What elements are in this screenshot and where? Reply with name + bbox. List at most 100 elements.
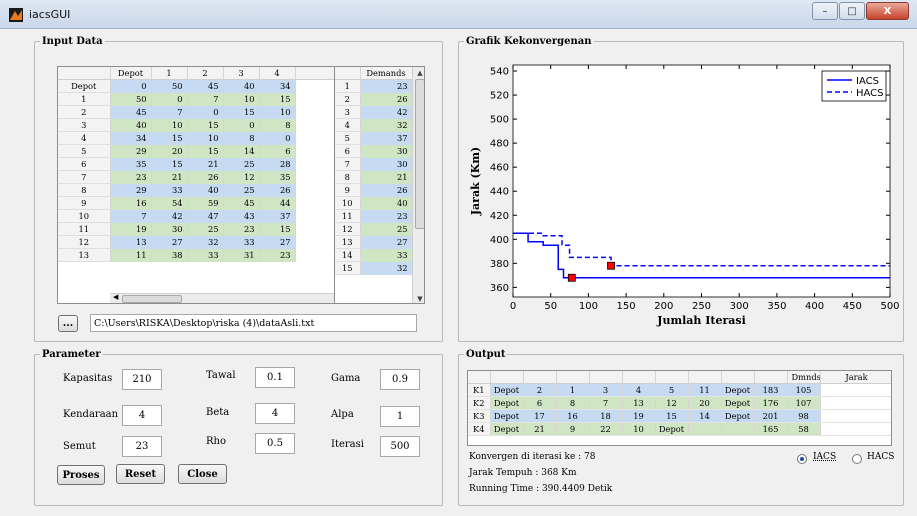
demand-cell[interactable]: 23 [360,209,413,223]
matrix-cell[interactable]: 33 [223,235,260,249]
iterasi-field[interactable]: 500 [380,436,420,457]
matrix-cell[interactable]: 23 [223,222,260,236]
matrix-cell[interactable]: 15 [259,92,296,106]
demand-cell[interactable]: 30 [360,144,413,158]
matrix-cell[interactable]: 25 [187,222,224,236]
beta-field[interactable]: 4 [255,403,295,424]
matrix-cell[interactable]: 35 [110,157,152,171]
output-cell[interactable]: 16 [556,409,590,424]
matrix-cell[interactable]: 10 [187,131,224,145]
output-cell[interactable]: Depot [721,396,755,411]
output-cell[interactable]: 19 [622,409,656,424]
hacs-radio[interactable] [852,454,862,464]
output-cell[interactable]: 8 [556,396,590,411]
matrix-cell[interactable]: 40 [187,183,224,197]
output-cell[interactable]: 3 [589,383,623,398]
scroll-left-icon[interactable]: ◀ [113,293,118,301]
demand-cell[interactable]: 26 [360,183,413,197]
matrix-cell[interactable]: 23 [110,170,152,184]
output-cell[interactable] [688,422,722,437]
alpa-field[interactable]: 1 [380,406,420,427]
matrix-cell[interactable]: 8 [259,118,296,132]
output-cell[interactable]: 107 [787,396,821,411]
matrix-cell[interactable]: 34 [110,131,152,145]
matrix-cell[interactable]: 19 [110,222,152,236]
matrix-cell[interactable]: 37 [259,209,296,223]
close-button[interactable]: Close [178,464,227,484]
matrix-cell[interactable]: 21 [151,170,188,184]
matrix-cell[interactable]: 14 [223,144,260,158]
output-cell[interactable]: 7 [589,396,623,411]
matrix-cell[interactable]: 25 [223,183,260,197]
maximize-button[interactable]: □ [839,2,865,20]
matrix-cell[interactable]: 29 [110,183,152,197]
demand-cell[interactable]: 26 [360,92,413,106]
matrix-cell[interactable]: 15 [187,144,224,158]
matrix-cell[interactable]: 0 [151,92,188,106]
output-cell[interactable]: 22 [589,422,623,437]
matrix-cell[interactable]: 12 [223,170,260,184]
demand-cell[interactable]: 23 [360,79,413,93]
output-cell[interactable]: 165 [754,422,788,437]
scroll-thumb[interactable] [415,79,424,229]
close-window-button[interactable]: X [866,2,909,20]
output-cell[interactable]: Depot [490,409,524,424]
demand-cell[interactable]: 32 [360,118,413,132]
matrix-cell[interactable]: 42 [151,209,188,223]
output-cell[interactable]: 21 [523,422,557,437]
matrix-cell[interactable]: 7 [187,92,224,106]
output-cell[interactable]: 18 [589,409,623,424]
matrix-cell[interactable]: 43 [223,209,260,223]
output-cell[interactable]: Depot [721,383,755,398]
output-cell[interactable]: 1 [556,383,590,398]
matrix-cell[interactable]: 40 [110,118,152,132]
scroll-up-icon[interactable]: ▲ [413,67,424,79]
demand-cell[interactable]: 37 [360,131,413,145]
output-cell[interactable]: 20 [688,396,722,411]
matrix-cell[interactable]: 29 [110,144,152,158]
reset-button[interactable]: Reset [116,464,165,484]
demand-cell[interactable]: 30 [360,157,413,171]
output-cell[interactable]: 11 [688,383,722,398]
output-cell[interactable]: Depot [490,396,524,411]
demand-cell[interactable]: 40 [360,196,413,210]
proses-button[interactable]: Proses [57,465,105,485]
demand-cell[interactable]: 42 [360,105,413,119]
output-cell[interactable]: 4 [622,383,656,398]
demand-cell[interactable]: 32 [360,261,413,275]
matrix-cell[interactable]: 10 [259,105,296,119]
matrix-cell[interactable]: 54 [151,196,188,210]
output-cell[interactable]: 6 [523,396,557,411]
matrix-cell[interactable]: 7 [151,105,188,119]
matrix-cell[interactable]: 45 [223,196,260,210]
matrix-cell[interactable]: 47 [187,209,224,223]
matrix-cell[interactable]: 26 [187,170,224,184]
output-cell[interactable]: 201 [754,409,788,424]
output-cell[interactable]: 98 [787,409,821,424]
demand-cell[interactable]: 21 [360,170,413,184]
matrix-cell[interactable]: 10 [151,118,188,132]
semut-field[interactable]: 23 [122,436,162,457]
matrix-cell[interactable]: 27 [151,235,188,249]
matrix-cell[interactable]: 35 [259,170,296,184]
matrix-cell[interactable]: 25 [223,157,260,171]
matrix-cell[interactable]: 59 [187,196,224,210]
demands-vertical-scrollbar[interactable]: ▲ ▼ [412,67,424,303]
gama-field[interactable]: 0.9 [380,369,420,390]
output-cell[interactable]: Depot [490,383,524,398]
hscroll-thumb[interactable] [122,295,182,303]
matrix-cell[interactable]: 33 [151,183,188,197]
tawal-field[interactable]: 0.1 [255,367,295,388]
matrix-cell[interactable]: 30 [151,222,188,236]
matrix-cell[interactable]: 15 [259,222,296,236]
rho-field[interactable]: 0.5 [255,433,295,454]
matrix-cell[interactable]: 0 [110,79,152,93]
matrix-cell[interactable]: 50 [151,79,188,93]
output-cell[interactable]: 5 [655,383,689,398]
matrix-cell[interactable]: 0 [223,118,260,132]
demand-cell[interactable]: 33 [360,248,413,262]
distance-matrix-table[interactable]: Depot 1 2 3 4 Depot 0 50 45 40 34 1 50 0 7 10 15 2 45 7 0 15 1… [57,66,359,304]
matrix-cell[interactable]: 50 [110,92,152,106]
matrix-cell[interactable]: 8 [223,131,260,145]
demand-cell[interactable]: 25 [360,222,413,236]
